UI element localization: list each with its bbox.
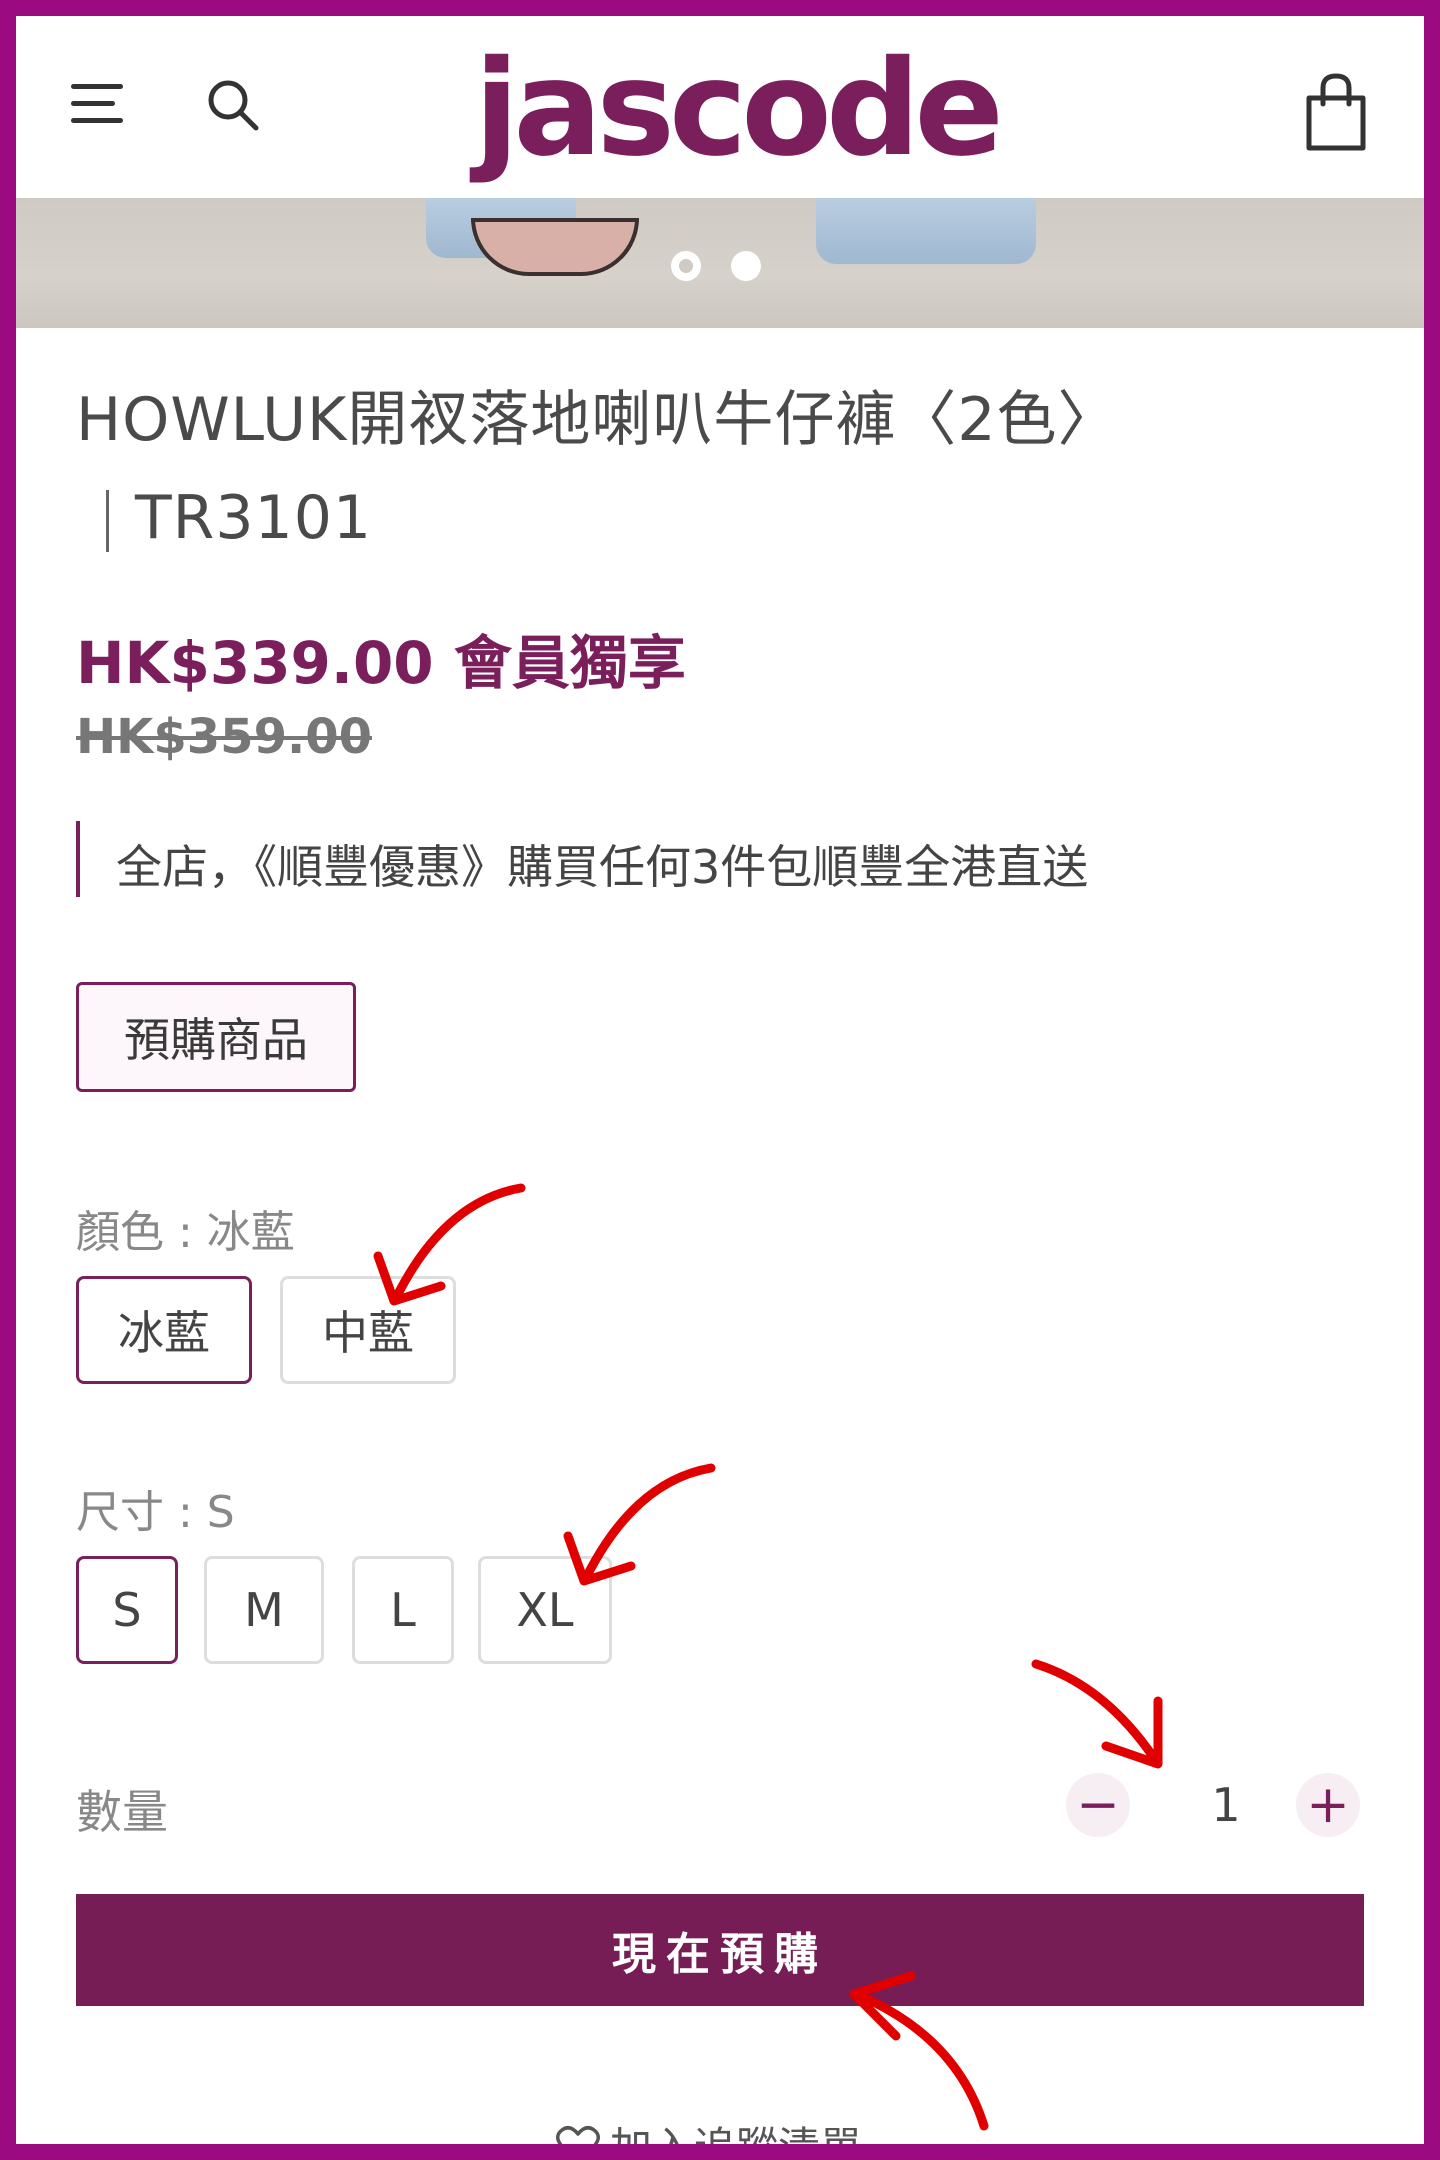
size-option-s[interactable]: S	[76, 1556, 178, 1664]
annotation-arrow-size-icon	[563, 1463, 716, 1586]
size-option-m[interactable]: M	[204, 1556, 324, 1664]
product-title: HOWLUK開衩落地喇叭牛仔褲〈2色〉 TR3101	[76, 371, 1376, 567]
product-photo-jeans-right	[816, 198, 1036, 264]
search-icon[interactable]	[202, 74, 266, 138]
carousel-dot-1[interactable]	[671, 251, 701, 281]
annotation-arrow-color-icon	[373, 1183, 526, 1306]
annotation-arrow-buy-icon	[849, 1971, 989, 2131]
carousel-dot-2[interactable]	[731, 251, 761, 281]
page-frame: jascode HOWLUK開衩落地喇叭牛仔褲〈2色〉 TR3101 HK$33…	[16, 16, 1424, 2144]
hamburger-menu-icon[interactable]	[71, 76, 131, 132]
member-price: HK$339.00 會員獨享	[76, 629, 686, 697]
product-name: HOWLUK開衩落地喇叭牛仔褲〈2色〉	[76, 385, 1119, 455]
quantity-decrease-button[interactable]: −	[1066, 1773, 1130, 1837]
wishlist-label: 加入追蹤清單	[610, 2114, 862, 2144]
add-to-wishlist-link[interactable]: 加入追蹤清單	[556, 2114, 862, 2144]
size-option-l[interactable]: L	[352, 1556, 454, 1664]
title-separator	[106, 490, 109, 553]
quantity-value[interactable]: 1	[1196, 1778, 1256, 1832]
color-label: 顏色 : 冰藍	[76, 1207, 295, 1258]
preorder-now-button[interactable]: 現在預購	[76, 1894, 1364, 2006]
promo-text: 全店，《順豐優惠》購買任何3件包順豐全港直送	[116, 840, 1089, 894]
shopping-bag-icon[interactable]	[1301, 70, 1371, 154]
size-label: 尺寸 : S	[76, 1487, 235, 1538]
product-photo-shoe	[471, 218, 639, 276]
annotation-arrow-quantity-icon	[1031, 1659, 1163, 1769]
quantity-increase-button[interactable]: +	[1296, 1773, 1360, 1837]
carousel-dots	[671, 246, 791, 286]
site-header: jascode	[16, 16, 1424, 198]
heart-icon	[556, 2125, 600, 2144]
product-code: TR3101	[135, 483, 373, 553]
promo-banner: 全店，《順豐優惠》購買任何3件包順豐全港直送	[76, 821, 1380, 897]
original-price: HK$359.00	[76, 709, 372, 765]
brand-logo[interactable]: jascode	[466, 32, 1006, 186]
preorder-badge: 預購商品	[76, 982, 356, 1092]
product-image-carousel[interactable]	[16, 198, 1424, 328]
quantity-label: 數量	[76, 1785, 168, 1839]
color-option-ice-blue[interactable]: 冰藍	[76, 1276, 252, 1384]
